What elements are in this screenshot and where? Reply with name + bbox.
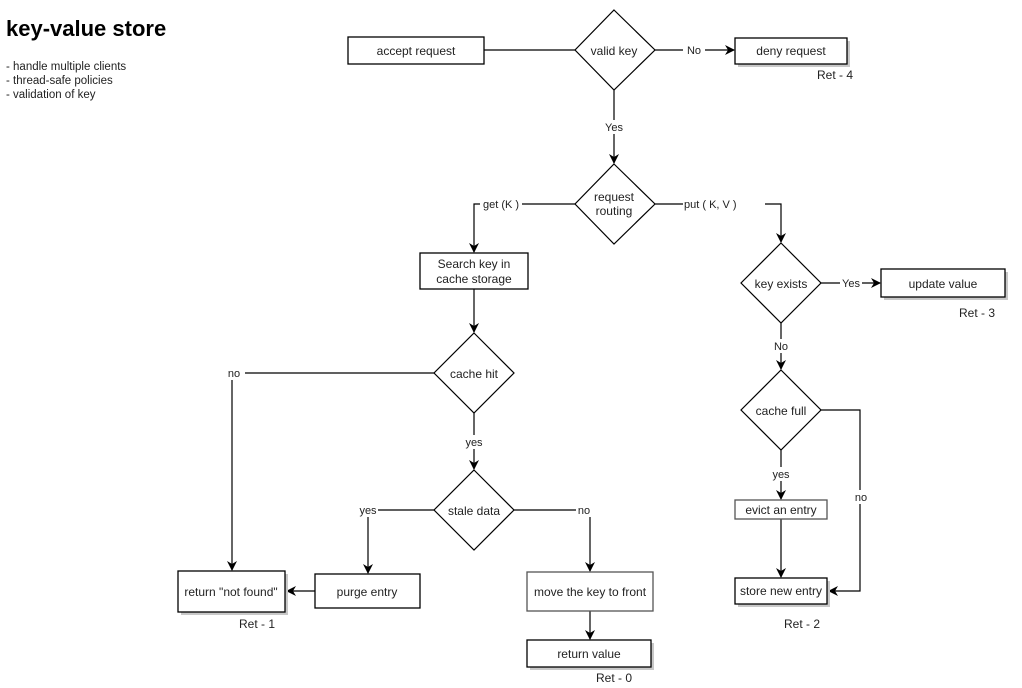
decision-label: routing xyxy=(596,204,633,218)
node-return-not-found[interactable]: return "not found" xyxy=(177,570,288,615)
node-search-key[interactable]: Search key in cache storage xyxy=(419,252,529,290)
node-label: Search key in xyxy=(438,257,511,271)
decision-stale-data[interactable]: stale data xyxy=(433,469,515,551)
node-label: purge entry xyxy=(337,585,398,599)
decision-valid-key[interactable]: valid key xyxy=(574,9,656,91)
node-label: return "not found" xyxy=(184,585,277,599)
edge-label-exists-no: No xyxy=(774,341,788,353)
return-code-0: Ret - 0 xyxy=(596,671,632,685)
node-label: store new entry xyxy=(740,584,822,598)
node-label: deny request xyxy=(756,44,826,58)
flowchart-canvas: No Yes get (K ) put ( K, V ) no yes yes … xyxy=(177,9,1008,685)
node-deny-request[interactable]: deny request xyxy=(734,37,850,67)
node-label: return value xyxy=(557,647,621,661)
return-code-2: Ret - 2 xyxy=(784,617,820,631)
decision-label: key exists xyxy=(755,277,808,291)
node-label: accept request xyxy=(377,44,456,58)
node-label: cache storage xyxy=(436,272,512,286)
node-store-new-entry[interactable]: store new entry xyxy=(734,577,830,607)
return-code-4: Ret - 4 xyxy=(817,68,853,82)
edge-label-valid-yes: Yes xyxy=(605,122,623,134)
return-code-3: Ret - 3 xyxy=(959,306,995,320)
edge-label-hit-no: no xyxy=(228,368,240,380)
return-code-1: Ret - 1 xyxy=(239,617,275,631)
edge-stale-no xyxy=(514,509,595,572)
node-label: update value xyxy=(909,277,978,291)
edge-hit-no xyxy=(227,372,434,571)
edge-stale-yes xyxy=(363,509,434,574)
edge-label-route-get: get (K ) xyxy=(483,199,519,211)
edge-label-stale-yes: yes xyxy=(359,505,377,517)
node-evict-entry[interactable]: evict an entry xyxy=(734,499,828,520)
decision-cache-hit[interactable]: cache hit xyxy=(433,332,515,414)
edge-label-stale-no: no xyxy=(578,505,590,517)
edge-label-valid-no: No xyxy=(687,45,701,57)
node-move-key-front[interactable]: move the key to front xyxy=(526,571,654,612)
node-return-value[interactable]: return value xyxy=(526,639,654,670)
decision-request-routing[interactable]: request routing xyxy=(574,163,656,245)
decision-cache-full[interactable]: cache full xyxy=(740,369,822,451)
edge-label-full-no: no xyxy=(855,492,867,504)
decision-key-exists[interactable]: key exists xyxy=(740,242,822,324)
decision-label: valid key xyxy=(591,44,638,58)
node-accept-request[interactable]: accept request xyxy=(347,36,485,65)
edge-label-hit-yes: yes xyxy=(465,437,483,449)
node-label: move the key to front xyxy=(534,585,647,599)
edge-label-exists-yes: Yes xyxy=(842,278,860,290)
edge-label-route-put: put ( K, V ) xyxy=(684,199,737,211)
decision-label: request xyxy=(594,190,635,204)
edge-label-full-yes: yes xyxy=(772,469,790,481)
node-label: evict an entry xyxy=(745,503,816,517)
decision-label: stale data xyxy=(448,504,500,518)
edge-route-get xyxy=(469,203,575,253)
node-update-value[interactable]: update value xyxy=(880,268,1008,300)
decision-label: cache hit xyxy=(450,367,499,381)
decision-label: cache full xyxy=(756,404,807,418)
node-purge-entry[interactable]: purge entry xyxy=(314,573,421,609)
